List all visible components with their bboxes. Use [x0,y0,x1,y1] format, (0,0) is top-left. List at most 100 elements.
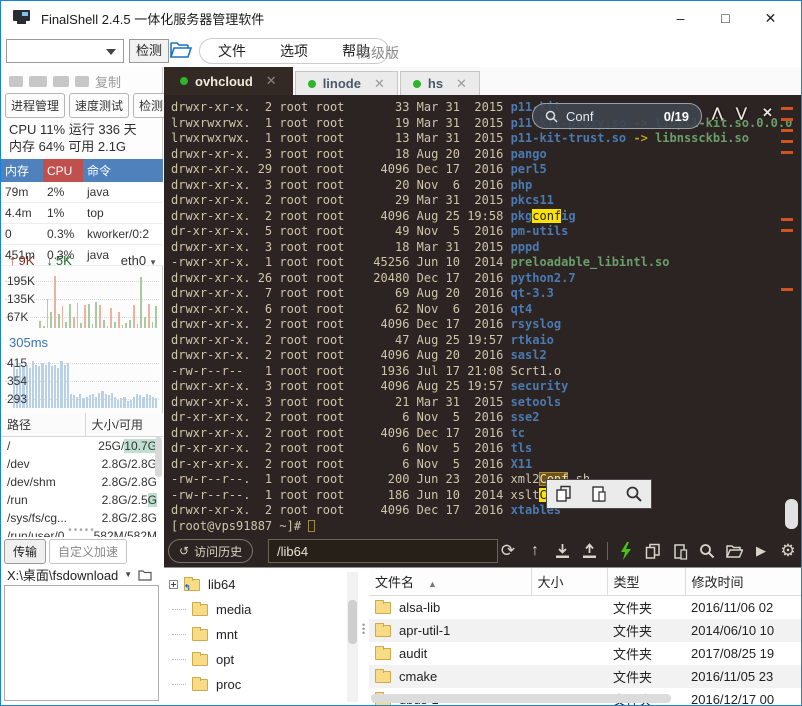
search-icon[interactable] [625,485,643,503]
search-close-icon[interactable]: ✕ [762,105,773,121]
disk-col-path[interactable]: 路径 [1,413,85,437]
tab-hs[interactable]: hs ✕ [400,71,480,95]
tree-item-lib64[interactable]: lib64 [164,572,346,597]
directory-tree[interactable]: lib64mediamntoptprocroot [164,572,346,702]
tree-scrollbar[interactable] [347,572,358,702]
upload-icon[interactable] [580,541,598,561]
file-row[interactable]: cmake文件夹2016/11/05 23 [369,665,801,688]
search-prev-icon[interactable]: ⋀ [712,105,723,121]
file-command-bar: ↺ 访问历史 /lib64 ⟳ ↑ ▶ ⚙ [164,535,801,567]
tree-item-root[interactable]: root [164,697,346,702]
settings-icon[interactable]: ⚙ [779,541,797,561]
disk-row[interactable]: /dev2.8G/2.8G [1,455,163,473]
tab-custom-accel[interactable]: 自定义加速 [49,539,127,564]
tab-transfer[interactable]: 传输 [4,539,46,564]
disk-scrollbar[interactable] [155,437,162,477]
disk-col-size[interactable]: 大小/可用 [85,413,163,437]
close-icon[interactable]: ✕ [374,76,385,92]
run-icon[interactable]: ▶ [752,541,770,561]
open-folder-icon[interactable] [725,541,743,561]
disk-row[interactable]: /25G/10.7G [1,437,163,456]
remote-path-input[interactable]: /lib64 [268,539,498,563]
refresh-icon[interactable]: ⟳ [499,541,517,561]
terminal-line: drwxr-xr-x. 2 root root 4096 Dec 17 2016… [171,426,801,442]
file-row[interactable]: audit文件夹2017/08/25 19 [369,642,801,665]
close-icon[interactable]: ✕ [266,73,277,89]
speed-test-button[interactable]: 速度测试 [69,93,129,118]
tree-item-media[interactable]: media [164,597,346,622]
terminal[interactable]: Conf 0/19 ⋀ ⋁ ✕ drwxr-xr-x. 2 root root … [164,95,801,535]
search-icon[interactable] [698,541,716,561]
detect-button-top[interactable]: 检测 [129,39,169,63]
splitter-handle[interactable]: ••••• [1,525,163,536]
history-button[interactable]: ↺ 访问历史 [168,539,253,563]
paste-icon[interactable] [590,485,608,503]
search-query[interactable]: Conf [566,109,593,124]
file-table-hscrollbar[interactable] [371,694,671,703]
tree-item-opt[interactable]: opt [164,647,346,672]
terminal-line: drwxr-xr-x. 6 root root 62 Nov 6 2016 qt… [171,302,801,318]
process-col-memory[interactable]: 内存 [1,159,43,182]
lightning-icon[interactable] [617,541,635,561]
network-chart: 195K135K67K [5,273,159,329]
transfer-list[interactable] [4,585,159,701]
tree-item-proc[interactable]: proc [164,672,346,697]
close-button[interactable]: ✕ [748,1,793,35]
process-row[interactable]: 79m2%java [1,182,163,203]
minimize-button[interactable]: – [658,1,703,35]
axis-tick-label: 415 [7,356,27,370]
chevron-down-icon [106,49,116,55]
tree-item-mnt[interactable]: mnt [164,622,346,647]
menu-options[interactable]: 选项 [280,41,308,61]
terminal-scrollbar[interactable] [785,499,798,529]
edition-label: 高级版 [357,43,399,63]
file-row[interactable]: apr-util-1文件夹2014/06/10 10 [369,619,801,642]
col-size[interactable]: 大小 [531,568,607,596]
copy-ip-button[interactable]: 复制 [95,72,121,91]
disk-row[interactable]: /run2.8G/2.5G [1,491,163,509]
col-filename[interactable]: 文件名▲ [369,568,531,596]
panel-splitter[interactable]: ••• [362,623,365,635]
upload-rate: 9K [19,253,35,268]
maximize-button[interactable]: □ [703,1,748,35]
axis-tick-label: 135K [7,292,35,306]
menu-file[interactable]: 文件 [218,41,246,61]
terminal-line: drwxr-xr-x. 7 root root 69 Aug 20 2016 q… [171,286,801,302]
process-table[interactable]: 内存 CPU 命令 79m2%java4.4m1%top00.3%kworker… [1,159,163,266]
open-connection-icon[interactable] [169,40,193,60]
up-arrow-icon[interactable]: ↑ [526,541,544,561]
process-row[interactable]: 00.3%kworker/0:2 [1,224,163,245]
download-icon[interactable] [553,541,571,561]
folder-icon [192,629,208,641]
paste-icon[interactable] [671,541,689,561]
terminal-search-box[interactable]: Conf 0/19 [532,103,702,129]
search-icon [545,110,558,123]
tab-linode[interactable]: linode ✕ [295,71,398,95]
history-icon: ↺ [179,544,189,558]
tab-ovhcloud[interactable]: ovhcloud ✕ [164,67,293,95]
terminal-line: dr-xr-xr-x. 2 root root 6 Nov 5 2016 sse… [171,410,801,426]
process-row[interactable]: 4.4m1%top [1,203,163,224]
process-manager-button[interactable]: 进程管理 [5,93,65,118]
disk-row[interactable]: /dev/shm2.8G/2.8G [1,473,163,491]
memory-stat: 内存 64% 可用 2.1G [9,138,137,155]
download-path[interactable]: X:\桌面\fsdownload [7,565,118,584]
expand-icon[interactable] [169,580,178,589]
host-combo[interactable] [6,39,124,63]
interface-select[interactable]: eth0▼ [121,253,157,268]
copy-icon[interactable] [555,485,573,503]
axis-tick-label: 354 [7,374,27,388]
close-icon[interactable]: ✕ [456,76,467,92]
process-col-cpu[interactable]: CPU [43,159,83,182]
col-type[interactable]: 类型 [607,568,685,596]
terminal-line: drwxr-xr-x. 2 root root 4096 Dec 17 2016… [171,503,801,519]
copy-icon[interactable] [644,541,662,561]
chevron-down-icon[interactable]: ▼ [124,570,132,579]
file-row[interactable]: alsa-lib文件夹2016/11/06 02 [369,596,801,620]
selection-mini-toolbar [546,479,652,509]
col-mtime[interactable]: 修改时间 [685,568,801,596]
search-next-icon[interactable]: ⋁ [736,105,747,121]
process-col-command[interactable]: 命令 [83,159,163,182]
folder-outline-icon[interactable] [138,569,152,581]
ping-chart: 415354293 [5,353,159,409]
